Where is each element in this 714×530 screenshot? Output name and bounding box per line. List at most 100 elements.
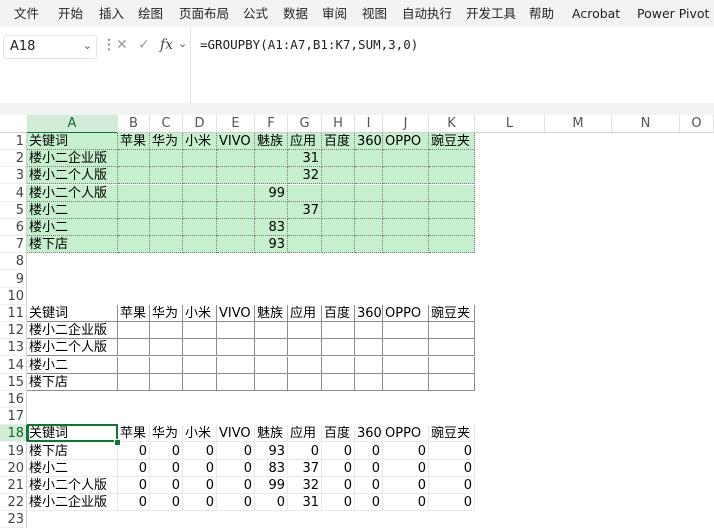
cell[interactable]: 360 bbox=[355, 133, 383, 150]
function-chevron-icon[interactable]: ⌄ bbox=[178, 37, 187, 50]
cell[interactable] bbox=[322, 356, 355, 374]
cell[interactable] bbox=[150, 373, 183, 391]
cell[interactable]: 0 bbox=[118, 459, 150, 477]
cell[interactable] bbox=[383, 184, 429, 202]
column-header[interactable]: G bbox=[288, 115, 322, 133]
cell[interactable] bbox=[383, 201, 429, 219]
cell[interactable] bbox=[429, 322, 475, 340]
menu-item[interactable]: 绘图 bbox=[138, 0, 163, 27]
row-header[interactable]: 23 bbox=[0, 511, 27, 529]
menu-item[interactable]: 帮助 bbox=[529, 0, 554, 27]
cell[interactable] bbox=[383, 356, 429, 374]
cell[interactable] bbox=[355, 150, 383, 168]
cell[interactable] bbox=[429, 373, 475, 391]
cell[interactable] bbox=[217, 356, 255, 374]
cell[interactable] bbox=[383, 373, 429, 391]
cell[interactable]: 华为 bbox=[150, 305, 183, 322]
cell[interactable] bbox=[150, 322, 183, 340]
column-header[interactable]: H bbox=[322, 115, 355, 133]
cell[interactable]: 83 bbox=[255, 459, 288, 477]
cell[interactable]: 小米 bbox=[183, 305, 217, 322]
cell[interactable]: 苹果 bbox=[118, 133, 150, 150]
cell[interactable]: 0 bbox=[322, 494, 355, 512]
cell[interactable]: 0 bbox=[383, 477, 429, 494]
row-header[interactable]: 9 bbox=[0, 270, 27, 288]
cancel-icon[interactable]: ✕ bbox=[116, 37, 128, 53]
cell[interactable] bbox=[118, 236, 150, 254]
cell[interactable]: 楼小二企业版 bbox=[27, 150, 118, 168]
cell[interactable] bbox=[429, 219, 475, 236]
cell[interactable] bbox=[217, 322, 255, 340]
cell[interactable] bbox=[255, 201, 288, 219]
cell[interactable] bbox=[383, 236, 429, 254]
cell[interactable] bbox=[322, 201, 355, 219]
cell[interactable] bbox=[183, 236, 217, 254]
cell[interactable] bbox=[288, 356, 322, 374]
cell[interactable] bbox=[429, 184, 475, 202]
cell[interactable]: 楼小二个人版 bbox=[27, 477, 118, 494]
cell[interactable]: 楼小二 bbox=[27, 459, 118, 477]
cell[interactable]: 0 bbox=[255, 494, 288, 512]
cell[interactable]: 0 bbox=[150, 459, 183, 477]
menu-item[interactable]: 开发工具 bbox=[466, 0, 516, 27]
cell[interactable] bbox=[355, 236, 383, 254]
cell[interactable] bbox=[288, 373, 322, 391]
cell[interactable] bbox=[288, 339, 322, 357]
cell[interactable] bbox=[150, 201, 183, 219]
cell[interactable]: 小米 bbox=[183, 425, 217, 443]
cell[interactable] bbox=[255, 150, 288, 168]
cell[interactable]: 99 bbox=[255, 184, 288, 202]
cell[interactable]: 小米 bbox=[183, 133, 217, 150]
cell[interactable] bbox=[217, 150, 255, 168]
cell[interactable]: 楼小二 bbox=[27, 356, 118, 374]
cell[interactable]: 0 bbox=[322, 459, 355, 477]
column-header[interactable]: J bbox=[383, 115, 429, 133]
cell[interactable]: 0 bbox=[383, 494, 429, 512]
row-header[interactable]: 7 bbox=[0, 236, 27, 254]
cell[interactable] bbox=[118, 339, 150, 357]
cell[interactable]: 0 bbox=[355, 477, 383, 494]
cell[interactable]: 0 bbox=[217, 442, 255, 460]
cell[interactable] bbox=[150, 167, 183, 185]
cell[interactable]: 楼下店 bbox=[27, 373, 118, 391]
cell[interactable] bbox=[429, 150, 475, 168]
column-header[interactable]: I bbox=[355, 115, 383, 133]
cell[interactable]: 楼小二企业版 bbox=[27, 494, 118, 512]
cell[interactable]: 0 bbox=[118, 477, 150, 494]
cell[interactable] bbox=[183, 373, 217, 391]
insert-function-icon[interactable]: fx bbox=[160, 37, 173, 53]
cell[interactable] bbox=[288, 184, 322, 202]
cell[interactable] bbox=[217, 184, 255, 202]
cell[interactable]: 93 bbox=[255, 236, 288, 254]
cell[interactable]: 楼下店 bbox=[27, 236, 118, 254]
cell[interactable]: 豌豆夹 bbox=[429, 133, 475, 150]
menu-item[interactable]: 开始 bbox=[58, 0, 83, 27]
menu-item[interactable]: 视图 bbox=[362, 0, 387, 27]
column-header[interactable]: D bbox=[183, 115, 217, 133]
cell[interactable] bbox=[322, 219, 355, 236]
cell[interactable]: 37 bbox=[288, 459, 322, 477]
cell[interactable] bbox=[255, 356, 288, 374]
menu-item[interactable]: 页面布局 bbox=[179, 0, 229, 27]
cell[interactable]: 楼小二 bbox=[27, 201, 118, 219]
cell[interactable]: 应用 bbox=[288, 305, 322, 322]
cell[interactable]: 苹果 bbox=[118, 305, 150, 322]
cell[interactable] bbox=[288, 219, 322, 236]
cell[interactable] bbox=[150, 236, 183, 254]
cell[interactable]: OPPO bbox=[383, 425, 429, 443]
cell[interactable] bbox=[217, 201, 255, 219]
select-all-corner[interactable] bbox=[0, 115, 28, 133]
cell[interactable] bbox=[118, 356, 150, 374]
cell[interactable]: 31 bbox=[288, 494, 322, 512]
cell[interactable]: 31 bbox=[288, 150, 322, 168]
cell[interactable]: 魅族 bbox=[255, 133, 288, 150]
cell[interactable] bbox=[288, 236, 322, 254]
cell[interactable]: 豌豆夹 bbox=[429, 425, 475, 443]
cell[interactable]: 0 bbox=[217, 477, 255, 494]
cell[interactable] bbox=[383, 322, 429, 340]
row-header[interactable]: 6 bbox=[0, 219, 27, 236]
cell[interactable] bbox=[183, 356, 217, 374]
menu-item[interactable]: Power Pivot bbox=[637, 0, 709, 27]
row-header[interactable]: 22 bbox=[0, 494, 27, 512]
cell[interactable] bbox=[255, 339, 288, 357]
